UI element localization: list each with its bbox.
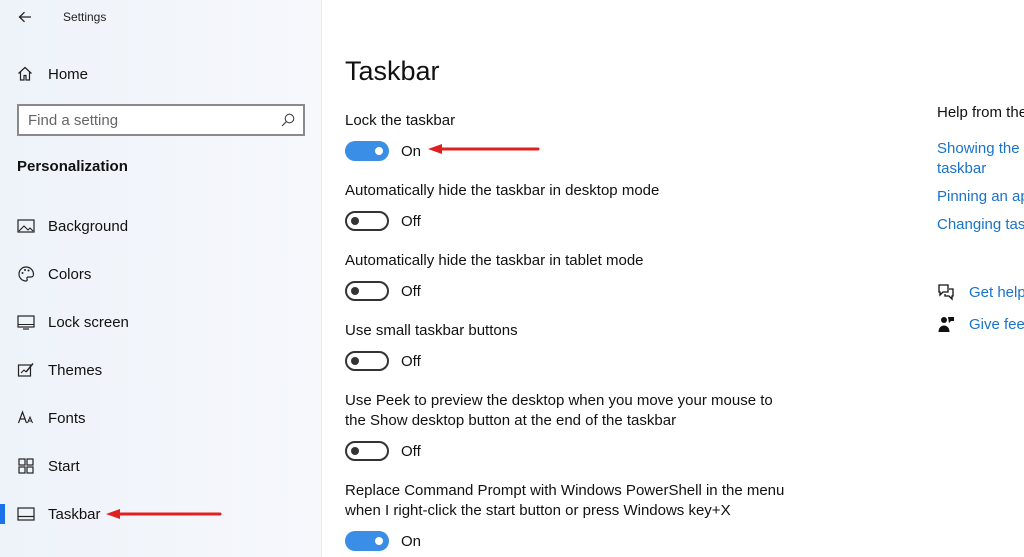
help-link-line2: taskbar [937,160,987,177]
setting-label: Use small taskbar buttons [345,322,518,339]
toggle-state: Off [401,282,421,300]
help-link-showing-taskbar[interactable]: Showing the taskbar [937,139,1020,179]
title-bar: Settings [0,0,322,36]
sidebar-item-colors[interactable]: Colors [0,254,322,294]
section-title: Personalization [17,158,128,175]
image-icon [16,216,36,236]
search-icon[interactable] [280,112,296,128]
toggle-state: Off [401,212,421,230]
app-title: Settings [63,10,107,24]
toggle-knob [351,287,359,295]
page-title: Taskbar [345,56,440,86]
toggle-knob [351,357,359,365]
home-icon [18,66,32,81]
main-content: Taskbar Lock the taskbar On Automaticall… [322,0,922,557]
feedback-person-icon [937,315,955,333]
taskbar-icon [16,504,36,524]
give-feedback-link[interactable]: Give fee [937,313,1024,335]
autohide-tablet-toggle[interactable] [345,281,389,301]
sidebar-item-label: Lock screen [48,313,129,331]
setting-label: Lock the taskbar [345,112,456,129]
palette-icon [16,264,36,284]
lock-screen-icon [16,312,36,332]
sidebar-item-label: Colors [48,265,92,283]
setting-label-line1: Use Peek to preview the desktop when you… [345,392,773,409]
sidebar-item-label: Themes [48,361,103,379]
help-panel: Help from the Showing the taskbar Pinnin… [937,0,1024,557]
small-buttons-toggle[interactable] [345,351,389,371]
toggle-knob [351,217,359,225]
help-title: Help from the [937,104,1024,121]
annotation-arrow-icon [106,509,222,519]
themes-icon [16,360,36,380]
sidebar-item-label: Start [48,457,80,475]
setting-small-buttons: Use small taskbar buttons Off [345,321,905,371]
setting-powershell: Replace Command Prompt with Windows Powe… [345,481,905,551]
setting-label-line1: Replace Command Prompt with Windows Powe… [345,482,785,499]
sidebar-item-fonts[interactable]: Fonts [0,398,322,438]
give-feedback-label: Give fee [969,315,1024,333]
get-help-label: Get help [969,283,1024,301]
home-link[interactable]: Home [16,62,88,86]
toggle-state: Off [401,352,421,370]
sidebar: Settings Home Personalization Background… [0,0,322,557]
toggle-state: Off [401,442,421,460]
toggle-state: On [401,142,422,160]
help-link-changing[interactable]: Changing tas [937,215,1024,235]
toggle-knob [375,147,383,155]
home-label: Home [48,65,89,83]
setting-autohide-tablet: Automatically hide the taskbar in tablet… [345,251,905,301]
toggle-knob [351,447,359,455]
peek-toggle[interactable] [345,441,389,461]
annotation-arrow-icon [428,144,540,154]
setting-label: Automatically hide the taskbar in deskto… [345,182,660,199]
toggle-state: On [401,532,422,550]
toggle-knob [375,537,383,545]
lock-taskbar-toggle[interactable] [345,141,389,161]
setting-peek: Use Peek to preview the desktop when you… [345,391,905,461]
sidebar-item-lock-screen[interactable]: Lock screen [0,302,322,342]
search-input[interactable] [28,111,268,129]
back-arrow-icon [18,11,31,23]
help-link-pinning[interactable]: Pinning an ap [937,187,1024,207]
sidebar-item-themes[interactable]: Themes [0,350,322,390]
powershell-toggle[interactable] [345,531,389,551]
setting-autohide-desktop: Automatically hide the taskbar in deskto… [345,181,905,231]
autohide-desktop-toggle[interactable] [345,211,389,231]
sidebar-item-background[interactable]: Background [0,206,322,246]
fonts-icon [16,408,36,428]
start-icon [16,456,36,476]
sidebar-item-label: Taskbar [48,505,101,523]
sidebar-item-label: Fonts [48,409,86,427]
help-link-line1: Showing the [937,140,1020,157]
chat-bubbles-icon [937,283,955,301]
sidebar-item-label: Background [48,217,129,235]
setting-label-line2: when I right-click the start button or p… [345,502,731,519]
sidebar-item-start[interactable]: Start [0,446,322,486]
setting-label-line2: the Show desktop button at the end of th… [345,412,677,429]
get-help-link[interactable]: Get help [937,281,1024,303]
back-button[interactable] [12,6,38,28]
search-box[interactable] [17,104,305,136]
setting-label: Automatically hide the taskbar in tablet… [345,252,644,269]
